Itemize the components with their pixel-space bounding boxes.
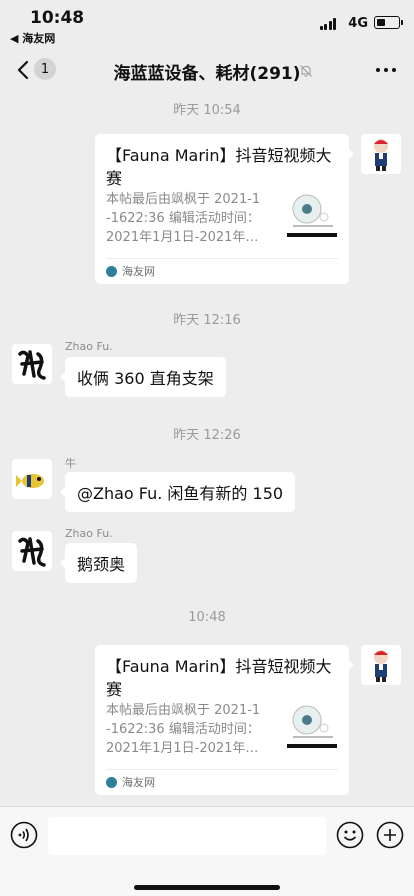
card-source-label: 海友网 [122,265,155,278]
emoji-icon[interactable] [336,821,364,849]
card-description: 本帖最后由飒枫于 2021-1 -1622:36 编辑活动时间： 2021年1月… [106,190,282,247]
my-avatar[interactable] [361,645,401,685]
card-desc-line: 本帖最后由飒枫于 2021-1 [106,192,261,207]
card-desc-line: -1622:36 编辑活动时间： [106,211,260,226]
divider [106,258,338,259]
timestamp: 昨天 10:54 [173,103,241,118]
person-avatar-icon [361,134,401,174]
person-avatar-icon [361,645,401,685]
message-input-bar [0,806,414,896]
card-thumbnail [287,700,337,752]
message-input[interactable] [48,817,326,855]
card-source-label: 海友网 [122,776,155,789]
back-to-app-link[interactable]: ◀ 海友网 [10,30,55,46]
timestamp: 昨天 12:16 [173,313,241,328]
source-logo-icon [106,265,117,277]
plus-icon[interactable] [376,821,404,849]
timestamp: 昨天 12:26 [173,428,241,443]
fish-avatar-icon [12,459,52,499]
card-title: 【Fauna Marin】抖音短视频大赛 [106,146,332,188]
timestamp: 10:48 [188,610,226,625]
battery-icon [374,16,403,29]
network-type: 4G [348,16,368,31]
message-bubble[interactable]: @Zhao Fu. 闲鱼有新的 150 [59,472,296,512]
sender-avatar[interactable] [12,344,52,384]
card-desc-line: 本帖最后由飒枫于 2021-1 [106,703,261,718]
sender-name: 牛 [65,457,76,470]
sender-avatar[interactable] [12,459,52,499]
shared-link-card[interactable]: 【Fauna Marin】抖音短视频大赛 本帖最后由飒枫于 2021-1 -16… [95,645,354,795]
divider [106,769,338,770]
voice-input-icon[interactable] [10,821,38,849]
card-description: 本帖最后由飒枫于 2021-1 -1622:36 编辑活动时间： 2021年1月… [106,701,282,758]
sender-name: Zhao Fu. [65,527,113,540]
card-desc-line: 2021年1月1日-2021年… [106,741,259,756]
status-bar: 10:48 ◀ 海友网 4G [0,0,414,46]
calligraphy-avatar-icon [12,531,52,571]
my-avatar[interactable] [361,134,401,174]
sender-avatar[interactable] [12,531,52,571]
message-bubble[interactable]: 鹅颈奥 [59,543,138,583]
card-source: 海友网 [106,774,155,790]
card-title: 【Fauna Marin】抖音短视频大赛 [106,657,332,699]
card-thumbnail [287,189,337,241]
message-bubble[interactable]: 收俩 360 直角支架 [60,357,226,397]
home-indicator[interactable] [134,885,280,890]
calligraphy-avatar-icon [12,344,52,384]
card-desc-line: -1622:36 编辑活动时间： [106,722,260,737]
status-time: 10:48 [30,8,85,28]
source-logo-icon [106,776,117,788]
sender-name: Zhao Fu. [65,340,113,353]
mute-bell-icon [300,65,312,77]
more-options-icon[interactable] [376,68,396,72]
card-source: 海友网 [106,263,155,279]
chat-title: 海蓝蓝设备、耗材(291) [113,64,301,84]
shared-link-card[interactable]: 【Fauna Marin】抖音短视频大赛 本帖最后由飒枫于 2021-1 -16… [95,134,354,284]
chat-header: 1 海蓝蓝设备、耗材(291) [0,46,414,94]
signal-icon [319,18,336,30]
card-desc-line: 2021年1月1日-2021年… [106,230,259,245]
